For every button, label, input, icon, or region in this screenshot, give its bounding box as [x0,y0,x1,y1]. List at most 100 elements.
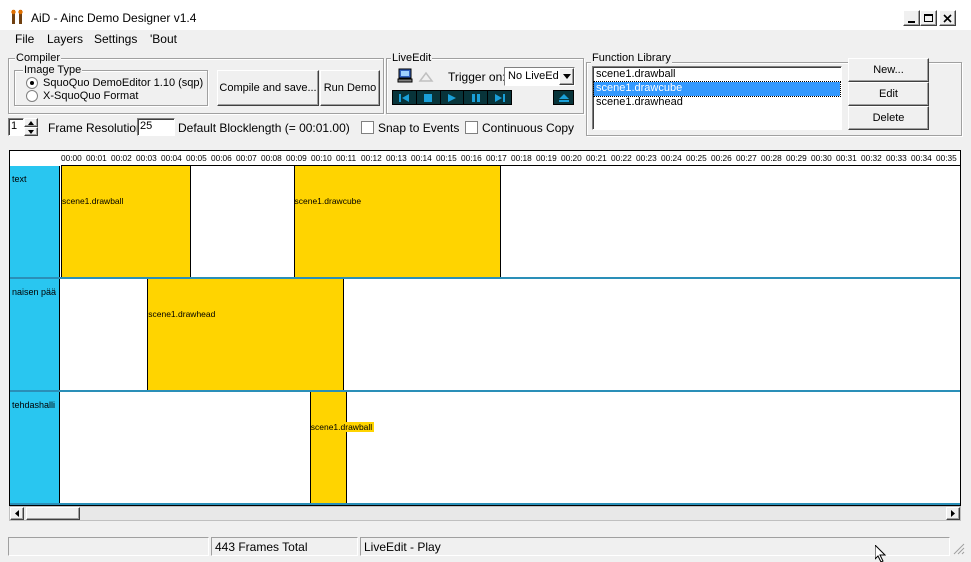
blocklength-input[interactable]: 25 [137,118,175,136]
skip-forward-button[interactable] [488,91,511,104]
frame-resolution-label: Frame Resolution [48,121,143,135]
continuous-copy-checkbox[interactable] [465,121,478,134]
minimize-button[interactable] [903,10,920,26]
timeline-track[interactable]: tehdashalli scene1.drawball [10,392,960,505]
liveedit-computer-icon[interactable] [397,68,413,86]
rewind-button[interactable] [393,91,417,104]
ruler-tick: 00:04 [161,153,182,163]
trigger-select[interactable]: No LiveEd [504,67,575,86]
trigger-select-value: No LiveEd [508,70,559,82]
run-demo-button[interactable]: Run Demo [320,70,380,106]
function-library-label: Function Library [591,52,672,64]
status-frames-total: 443 Frames Total [211,537,358,556]
mouse-cursor-icon [874,543,887,562]
liveedit-network-icon[interactable] [418,70,434,86]
snap-to-events-checkbox[interactable] [361,121,374,134]
compiler-group-label: Compiler [15,52,62,64]
scroll-left-button[interactable] [10,507,24,520]
scroll-right-button[interactable] [946,507,960,520]
ruler-tick: 00:03 [136,153,157,163]
status-liveedit: LiveEdit - Play [360,537,950,556]
status-pane-empty [8,537,209,556]
resize-grip-icon [953,543,965,555]
skip-forward-icon [494,93,505,102]
ruler-tick: 00:15 [436,153,457,163]
ruler-tick: 00:26 [711,153,732,163]
function-list-item[interactable]: scene1.drawhead [594,96,840,110]
radio-sqp[interactable] [26,77,38,89]
chevron-left-icon [15,510,19,517]
ruler-tick: 00:06 [211,153,232,163]
menu-settings[interactable]: Settings [94,32,137,46]
timeline-block-label: scene1.drawball [62,196,124,206]
image-type-option-xsquoquo[interactable]: X-SquoQuo Format [26,90,138,102]
frame-resolution-spinner[interactable] [24,118,38,136]
function-list-item[interactable]: scene1.drawcube [593,81,841,97]
ruler-tick: 00:35 [936,153,957,163]
ruler-tick: 00:23 [636,153,657,163]
play-button[interactable] [441,91,465,104]
ruler-tick: 00:28 [761,153,782,163]
ruler-tick: 00:18 [511,153,532,163]
snap-to-events-label: Snap to Events [378,121,460,135]
track-label[interactable]: text [10,166,60,277]
scroll-thumb[interactable] [26,507,80,520]
track-label[interactable]: tehdashalli [10,392,60,503]
timeline-track[interactable]: text scene1.drawball scene1.drawcube [10,166,960,279]
ruler-tick: 00:32 [861,153,882,163]
menu-layers[interactable]: Layers [47,32,83,46]
timeline-block[interactable]: scene1.drawhead [147,279,344,390]
track-label[interactable]: naisen pää [10,279,60,390]
image-type-option-label: SquoQuo DemoEditor 1.10 (sqp) [43,77,204,89]
horizontal-scrollbar[interactable] [9,506,961,521]
trigger-dropdown-button[interactable] [559,68,574,85]
time-ruler[interactable]: 00:00 00:01 00:02 00:03 00:04 00:05 00:06 00:07… [61,151,960,166]
ruler-tick: 00:10 [311,153,332,163]
spin-down-button[interactable] [24,127,38,136]
app-icon [9,9,27,25]
pause-button[interactable] [464,91,489,104]
skip-back-icon [399,93,410,102]
ruler-tick: 00:01 [86,153,107,163]
close-icon [943,13,952,23]
edit-function-button[interactable]: Edit [848,82,929,106]
function-list[interactable]: scene1.drawball scene1.drawcube scene1.dra… [592,66,842,130]
title-bar[interactable]: AiD - Ainc Demo Designer v1.4 [0,0,971,30]
delete-function-button[interactable]: Delete [848,106,929,130]
ruler-tick: 00:14 [411,153,432,163]
image-type-option-sqp[interactable]: SquoQuo DemoEditor 1.10 (sqp) [26,77,203,89]
eject-button[interactable] [553,90,574,105]
ruler-tick: 00:19 [536,153,557,163]
timeline[interactable]: 00:00 00:01 00:02 00:03 00:04 00:05 00:06 00:07… [9,150,961,506]
spin-up-button[interactable] [24,118,38,127]
ruler-tick: 00:16 [461,153,482,163]
chevron-up-icon [28,120,34,125]
frame-resolution-input[interactable]: 1 [8,118,24,136]
resize-grip[interactable] [951,541,965,555]
close-button[interactable] [939,10,956,26]
timeline-block[interactable]: scene1.drawcube [293,166,501,277]
function-list-item[interactable]: scene1.drawball [594,68,840,82]
radio-xsquoquo[interactable] [26,90,38,102]
ruler-tick: 00:21 [586,153,607,163]
menu-bout[interactable]: 'Bout [150,32,177,46]
window-title: AiD - Ainc Demo Designer v1.4 [31,11,197,25]
ruler-tick: 00:25 [686,153,707,163]
stop-button[interactable] [417,91,441,104]
maximize-button[interactable] [920,10,937,26]
ruler-tick: 00:29 [786,153,807,163]
timeline-block[interactable]: scene1.drawball [309,392,375,503]
image-type-label: Image Type [23,64,83,76]
timeline-track[interactable]: naisen pää scene1.drawhead [10,279,960,392]
minimize-icon [908,20,915,23]
compile-save-button[interactable]: Compile and save... [217,70,319,106]
new-function-button[interactable]: New... [848,58,929,82]
timeline-block[interactable]: scene1.drawball [61,166,191,277]
menu-file[interactable]: File [15,32,34,46]
blocklength-label: Default Blocklength (= 00:01.00) [178,121,350,135]
ruler-tick: 00:24 [661,153,682,163]
ruler-tick: 00:17 [486,153,507,163]
chevron-down-icon [562,74,571,79]
maximize-icon [924,14,933,22]
ruler-tick: 00:13 [386,153,407,163]
